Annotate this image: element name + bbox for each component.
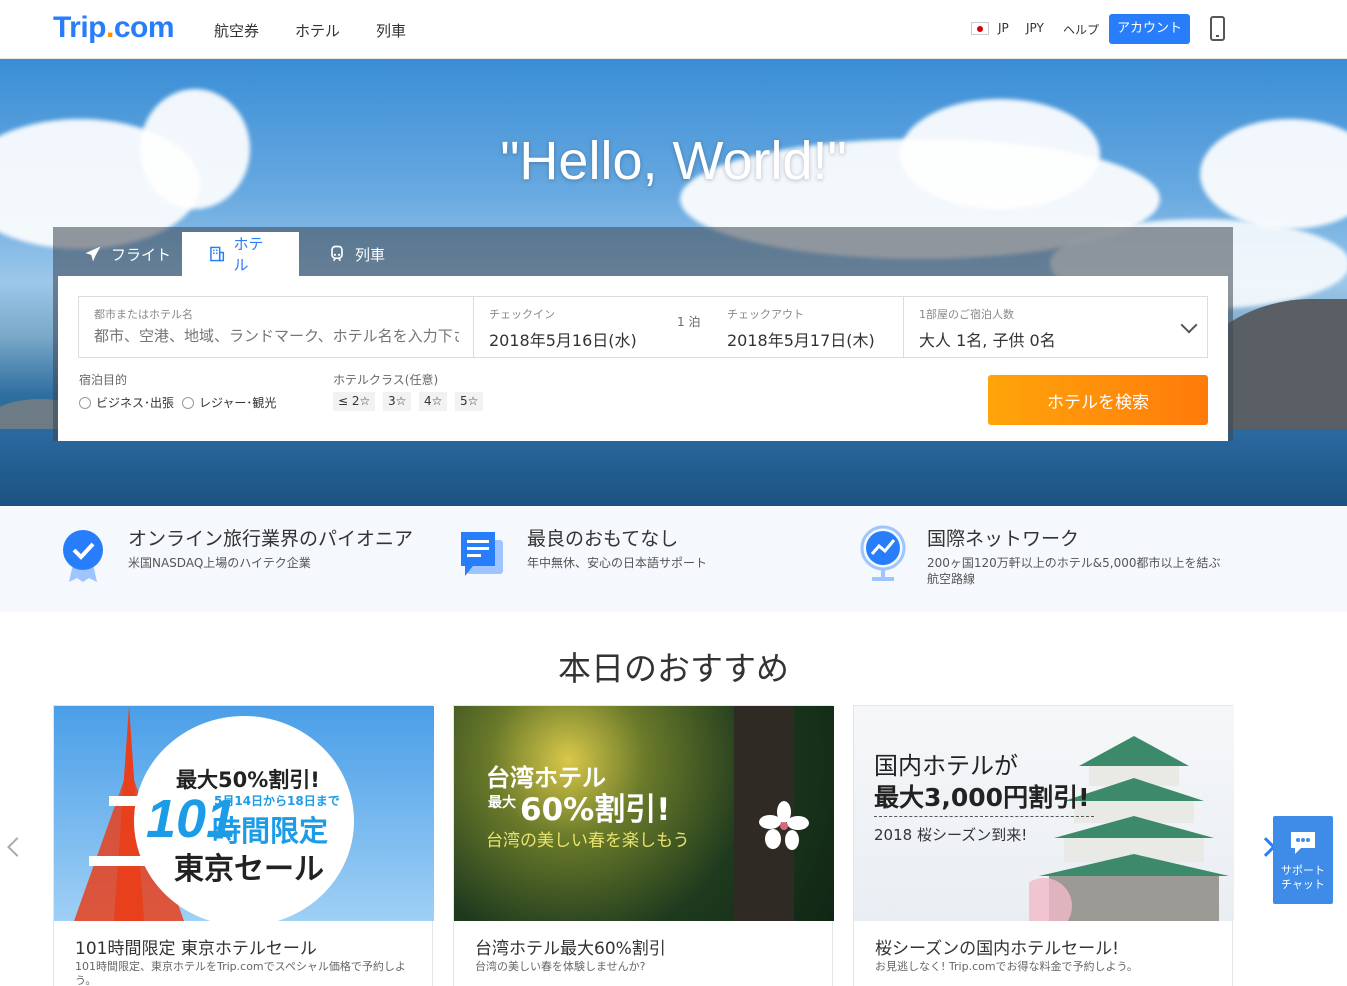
city-field[interactable]: 都市またはホテル名 bbox=[78, 296, 474, 358]
language-selector[interactable]: JP bbox=[998, 21, 1009, 35]
hotel-search-form: 都市またはホテル名 チェックイン 2018年5月16日(水) 1 泊 チェックア… bbox=[58, 276, 1228, 441]
checkout-value[interactable]: 2018年5月17日(木) bbox=[727, 327, 875, 351]
tokyo-sale-banner: 最大50%割引! 101 5月14日から18日まで 時間限定 東京セール bbox=[54, 706, 434, 921]
radio-circle-icon bbox=[79, 396, 91, 409]
city-field-label: 都市またはホテル名 bbox=[94, 308, 193, 321]
purpose-label: 宿泊目的 bbox=[79, 373, 128, 387]
feature-pioneer: オンライン旅行業界のパイオニア 米国NASDAQ上場のハイテク企業 bbox=[128, 524, 413, 571]
guests-value: 大人 1名, 子供 0名 bbox=[919, 331, 1056, 350]
nav-trains[interactable]: 列車 bbox=[376, 20, 406, 41]
account-button[interactable]: アカウント bbox=[1109, 14, 1190, 44]
chevron-down-icon[interactable] bbox=[1180, 316, 1198, 334]
feature-pioneer-sub: 米国NASDAQ上場のハイテク企業 bbox=[128, 556, 311, 570]
main-nav: 航空券 ホテル 列車 bbox=[214, 20, 406, 41]
purpose-business-radio[interactable]: ビジネス･出張 bbox=[79, 394, 174, 411]
tab-flight[interactable]: フライト bbox=[57, 232, 197, 276]
date-field[interactable]: チェックイン 2018年5月16日(水) 1 泊 チェックアウト 2018年5月… bbox=[473, 296, 904, 358]
tab-hotel-label: ホテル bbox=[233, 235, 264, 274]
card2-banner-line2: 台湾の美しい春を楽しもう bbox=[486, 831, 690, 851]
taiwan-sale-banner: 台湾ホテル 最大 60%割引! 台湾の美しい春を楽しもう bbox=[454, 706, 834, 921]
osaka-castle-image bbox=[1029, 736, 1229, 921]
class-5star-chip[interactable]: 5☆ bbox=[455, 392, 484, 411]
card3-banner-big: 最大3,000円割引! bbox=[874, 783, 1090, 812]
globe-network-icon bbox=[860, 525, 906, 581]
feature-hospitality: 最良のおもてなし 年中無休、安心の日本語サポート bbox=[527, 524, 707, 571]
tab-flight-label: フライト bbox=[111, 245, 172, 264]
trip-logo[interactable]: Trip.com bbox=[53, 11, 175, 45]
checkin-value[interactable]: 2018年5月16日(水) bbox=[489, 327, 637, 351]
tab-hotel[interactable]: ホテル bbox=[182, 232, 299, 276]
class-4star-chip[interactable]: 4☆ bbox=[419, 392, 448, 411]
mobile-phone-icon[interactable] bbox=[1210, 16, 1225, 41]
hotel-search-button[interactable]: ホテルを検索 bbox=[988, 375, 1208, 425]
help-link[interactable]: ヘルプ bbox=[1063, 21, 1099, 38]
japan-flag-icon[interactable] bbox=[971, 22, 989, 35]
logo-text-main: Trip bbox=[53, 11, 107, 44]
chat-support-icon bbox=[461, 532, 503, 576]
nav-flights[interactable]: 航空券 bbox=[214, 20, 259, 41]
card1-banner-date: 5月14日から18日まで bbox=[214, 794, 340, 808]
verified-badge-icon bbox=[63, 530, 103, 582]
train-icon bbox=[331, 245, 343, 262]
dashed-cut-line bbox=[874, 816, 1094, 817]
recommendations-title: 本日のおすすめ bbox=[558, 649, 789, 688]
recommendation-card[interactable]: 国内ホテルが 最大3,000円割引! 2018 桜シーズン到来! 桜シーズンの国… bbox=[853, 705, 1234, 986]
features-strip: オンライン旅行業界のパイオニア 米国NASDAQ上場のハイテク企業 最良のおもて… bbox=[0, 506, 1347, 612]
logo-text-tail: com bbox=[113, 11, 175, 44]
feature-pioneer-title: オンライン旅行業界のパイオニア bbox=[128, 528, 414, 550]
card2-desc: 台湾の美しい春を体験しませんか? bbox=[475, 960, 646, 973]
guests-label: 1部屋のご宿泊人数 bbox=[919, 308, 1014, 321]
recommendation-card[interactable]: 最大50%割引! 101 5月14日から18日まで 時間限定 東京セール 101… bbox=[53, 705, 434, 986]
feature-hospitality-sub: 年中無休、安心の日本語サポート bbox=[527, 556, 708, 570]
card1-title[interactable]: 101時間限定 東京ホテルセール bbox=[75, 934, 317, 959]
card2-banner-small: 最大 bbox=[488, 795, 516, 811]
checkout-label: チェックアウト bbox=[727, 308, 804, 321]
support-chat-label: サポートチャット bbox=[1281, 864, 1325, 891]
card3-banner-line2: 2018 桜シーズン到来! bbox=[874, 826, 1028, 844]
card2-title[interactable]: 台湾ホテル最大60%割引 bbox=[475, 934, 666, 959]
nav-hotels[interactable]: ホテル bbox=[295, 20, 340, 41]
white-flower-icon bbox=[759, 801, 809, 850]
hero-title: "Hello, World!" bbox=[500, 131, 847, 191]
recommendation-card[interactable]: 台湾ホテル 最大 60%割引! 台湾の美しい春を楽しもう 台湾ホテル最大60%割… bbox=[453, 705, 834, 986]
feature-network-sub: 200ヶ国120万軒以上のホテル&5,000都市以上を結ぶ航空路線 bbox=[927, 556, 1221, 586]
search-panel: フライト ホテル 列車 都市またはホテル名 チェックイン 2018年5月16日(… bbox=[53, 227, 1233, 441]
feature-network-title: 国際ネットワーク bbox=[927, 528, 1080, 550]
card3-title[interactable]: 桜シーズンの国内ホテルセール! bbox=[875, 934, 1119, 959]
currency-selector[interactable]: JPY bbox=[1026, 21, 1044, 35]
plane-icon bbox=[85, 246, 101, 262]
carousel-prev-arrow-icon[interactable] bbox=[7, 837, 27, 857]
sakura-sale-banner: 国内ホテルが 最大3,000円割引! 2018 桜シーズン到来! bbox=[854, 706, 1234, 921]
logo-dot: . bbox=[106, 11, 114, 44]
nights-count: 1 泊 bbox=[677, 315, 701, 329]
support-chat-button[interactable]: サポートチャット bbox=[1273, 816, 1333, 904]
card1-desc: 101時間限定、東京ホテルをTrip.comでスペシャル価格で予約しよう。 bbox=[75, 960, 406, 986]
class-3star-chip[interactable]: 3☆ bbox=[383, 392, 412, 411]
purpose-business-label: ビジネス･出張 bbox=[96, 396, 175, 410]
purpose-leisure-radio[interactable]: レジャー･観光 bbox=[182, 394, 276, 411]
city-input[interactable] bbox=[94, 327, 459, 345]
chat-bubble-icon bbox=[1291, 832, 1315, 854]
card2-banner-big: 60%割引! bbox=[520, 792, 671, 828]
site-header: Trip.com 航空券 ホテル 列車 JP JPY ヘルプ アカウント bbox=[0, 0, 1347, 59]
class-2star-chip[interactable]: ≤ 2☆ bbox=[333, 392, 376, 411]
tab-train-label: 列車 bbox=[355, 245, 386, 264]
feature-network: 国際ネットワーク 200ヶ国120万軒以上のホテル&5,000都市以上を結ぶ航空… bbox=[927, 524, 1227, 587]
card3-desc: お見逃しなく! Trip.comでお得な料金で予約しよう。 bbox=[875, 960, 1138, 973]
feature-hospitality-title: 最良のおもてなし bbox=[527, 528, 679, 550]
card3-banner-line1: 国内ホテルが bbox=[874, 752, 1018, 780]
tab-train[interactable]: 列車 bbox=[301, 232, 411, 276]
hotel-icon bbox=[210, 246, 225, 262]
radio-circle-icon bbox=[182, 396, 194, 409]
hotel-class-label: ホテルクラス(任意) bbox=[333, 373, 439, 387]
card1-banner-line3: 東京セール bbox=[174, 852, 324, 887]
checkin-label: チェックイン bbox=[489, 308, 555, 321]
guests-field[interactable]: 1部屋のご宿泊人数 大人 1名, 子供 0名 bbox=[903, 296, 1208, 358]
purpose-leisure-label: レジャー･観光 bbox=[199, 396, 277, 410]
